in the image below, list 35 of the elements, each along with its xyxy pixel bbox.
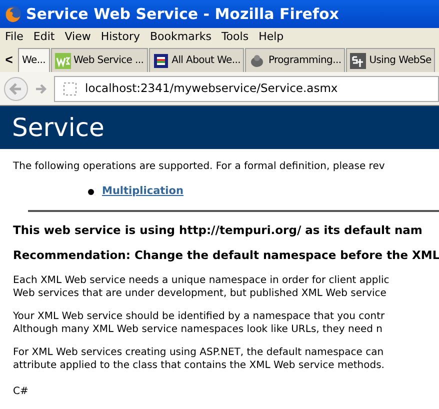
paragraph-text: For XML Web services creating using ASP.NET, the default namespace can [13,346,385,360]
paragraph-text: attribute applied to the class that contains the XML Web service methods. [13,359,386,372]
page-heading: Service [12,112,104,144]
paragraph-text: Web services that are under development, but published XML Web service [13,287,388,300]
browser-tab[interactable]: All About We... [148,48,244,72]
menu-item[interactable]: Help [254,28,289,46]
browser-icon [4,5,22,23]
address-bar[interactable]: localhost:2341/mywebservice/Service.asmx [54,76,439,102]
browser-tab[interactable]: Programming... [245,48,346,72]
menu-item[interactable]: Bookmarks [144,28,216,46]
menu-item[interactable]: View [60,28,96,46]
menu-item[interactable]: Tools [216,28,254,46]
bullet-icon [88,188,94,195]
menu-item[interactable]: File [0,28,28,46]
back-button[interactable] [4,76,28,100]
st-icon [350,52,366,68]
grid-icon [152,52,169,68]
back-arrow-icon [9,82,23,96]
paragraph-text: Your XML Web service should be identified by a namespace that you contr [13,310,386,324]
notice-heading: This web service is using http://tempuri.org/ as its default nam [13,222,424,239]
forward-arrow-icon [35,82,47,94]
w3-icon [54,52,70,68]
language-label: C# [13,385,30,400]
browser-tab[interactable]: Using WebSe [346,48,436,72]
menu-item[interactable]: History [96,28,145,46]
operation-link[interactable]: Multiplication [102,184,184,200]
intro-text: The following operations are supported. For a formal definition, please rev [13,160,386,174]
tab-scroll-button[interactable]: < [0,48,18,72]
paragraph-text: Although many XML Web service namespaces look like URLs, they need n [13,323,384,336]
window-title: Service Web Service - Mozilla Firefox [26,4,339,25]
page-icon [63,82,77,96]
browser-tab[interactable]: We... [18,48,50,72]
paragraph-text: Each XML Web service needs a unique namespace in order for client applic [13,274,390,288]
browser-tab[interactable]: Web Service ... [50,48,148,72]
menu-item[interactable]: Edit [28,28,60,46]
